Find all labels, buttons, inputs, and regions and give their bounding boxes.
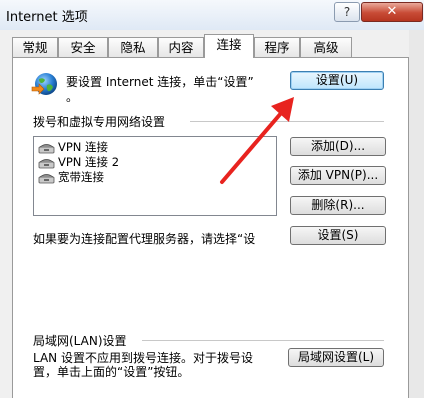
delete-button[interactable]: 删除(R)... (290, 196, 386, 215)
lan-description-line2: 置，单击上面的“设置”按钮。 (33, 365, 190, 379)
dialup-separator (190, 121, 384, 122)
dialup-phone-icon (38, 143, 55, 153)
globe-icon (31, 73, 57, 95)
list-item[interactable]: VPN 连接 2 (38, 155, 119, 169)
window-title: Internet 选项 (6, 10, 88, 25)
connection-label: VPN 连接 2 (58, 155, 120, 169)
proxy-hint: 如果要为连接配置代理服务器，请选择“设 (33, 232, 256, 246)
window-edge (409, 30, 424, 398)
tab-advanced[interactable]: 高级 (300, 37, 352, 57)
dialup-phone-icon (38, 173, 55, 183)
dialup-settings-button[interactable]: 设置(S) (290, 226, 386, 245)
setup-prompt-end: 。 (66, 90, 79, 104)
add-vpn-button[interactable]: 添加 VPN(P)... (290, 166, 386, 185)
connection-label: 宽带连接 (58, 170, 104, 184)
dialup-heading: 拨号和虚拟专用网络设置 (33, 115, 166, 129)
tab-privacy[interactable]: 隐私 (108, 37, 158, 57)
tab-security[interactable]: 安全 (58, 37, 108, 57)
title-bar: Internet 选项 ? ✕ (0, 0, 424, 31)
close-button[interactable]: ✕ (361, 2, 423, 22)
lan-heading: 局域网(LAN)设置 (33, 334, 127, 348)
add-button[interactable]: 添加(D)... (290, 137, 386, 156)
lan-settings-button[interactable]: 局域网设置(L) (288, 348, 384, 367)
tab-programs[interactable]: 程序 (254, 37, 300, 57)
tab-connections[interactable]: 连接 (204, 34, 254, 58)
tab-general[interactable]: 常规 (12, 37, 58, 57)
lan-separator (142, 340, 384, 341)
setup-prompt: 要设置 Internet 连接，单击“设置” (66, 75, 254, 89)
setup-button[interactable]: 设置(U) (290, 71, 384, 90)
help-button[interactable]: ? (334, 2, 360, 22)
list-item[interactable]: VPN 连接 (38, 140, 108, 154)
dialup-phone-icon (38, 158, 55, 168)
tab-content[interactable]: 内容 (158, 37, 204, 57)
connection-label: VPN 连接 (58, 140, 109, 154)
list-item[interactable]: 宽带连接 (38, 170, 104, 184)
connection-list[interactable]: VPN 连接 VPN 连接 2 宽带连接 (33, 136, 277, 216)
